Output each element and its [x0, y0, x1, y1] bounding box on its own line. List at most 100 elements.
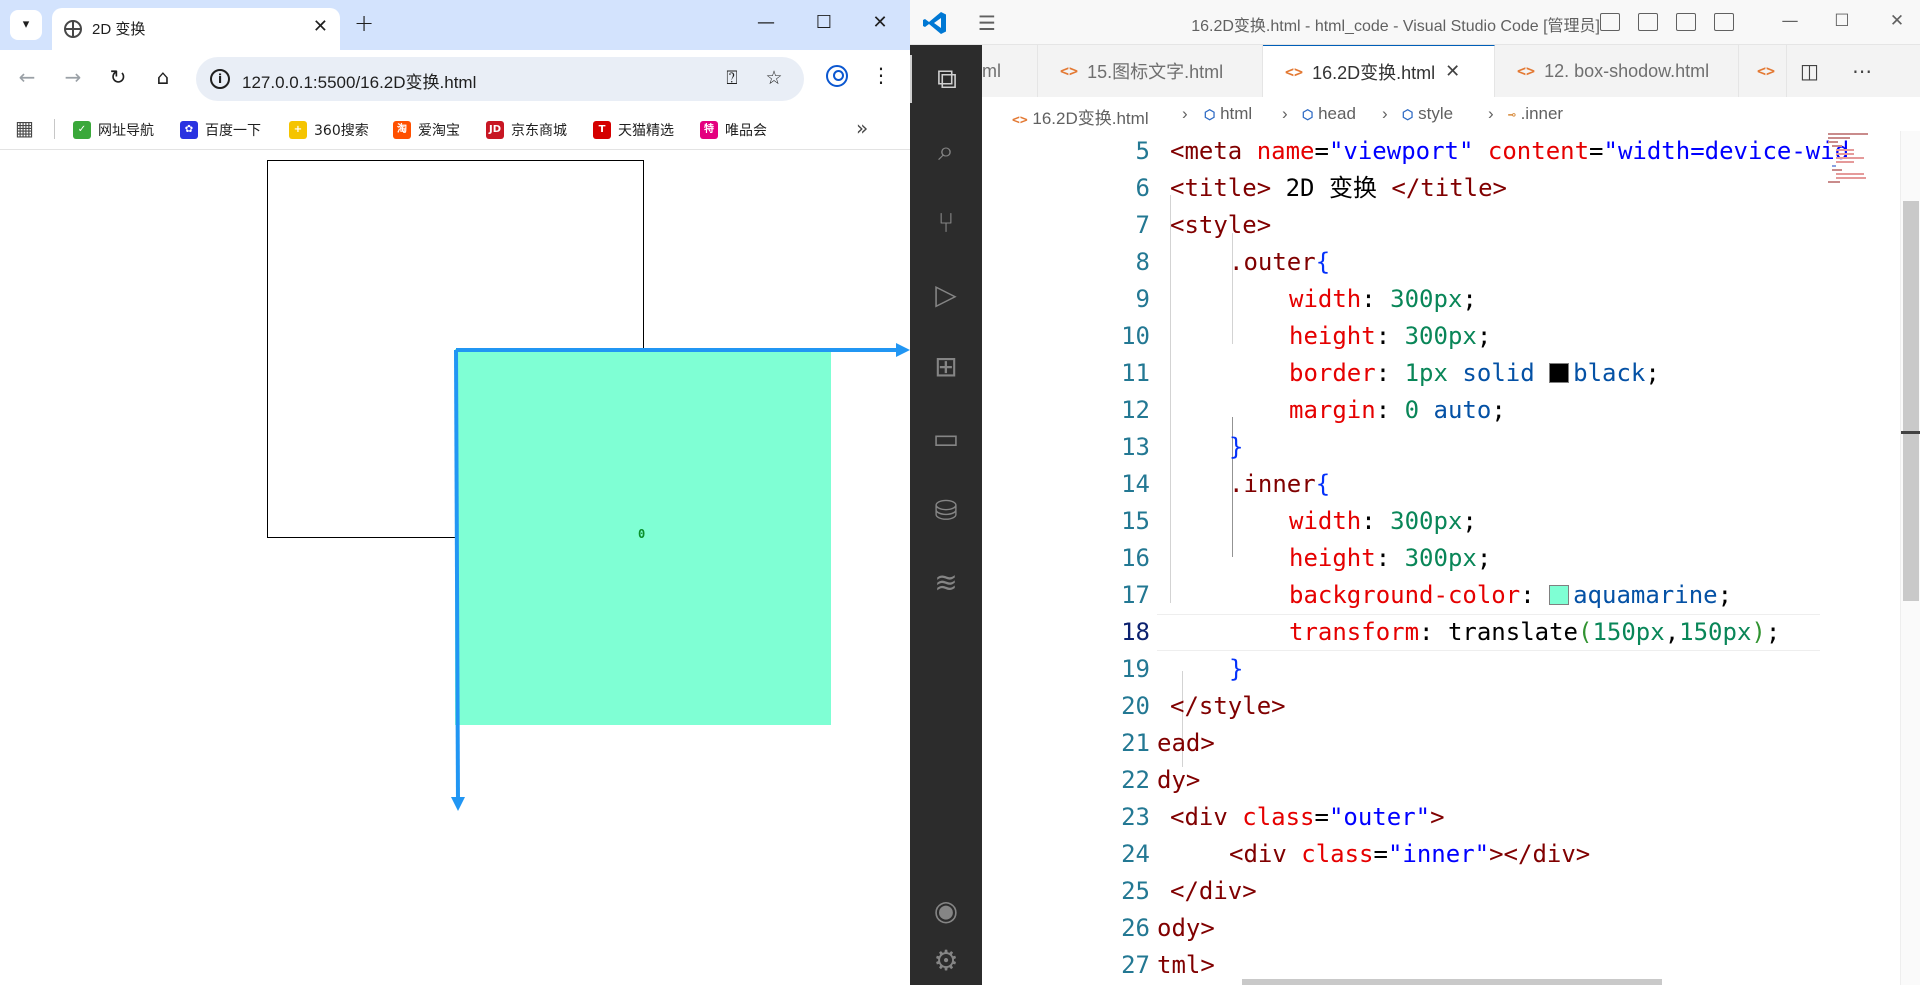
- bookmark-item[interactable]: 淘爱淘宝: [393, 119, 460, 141]
- code-line: 15 width: 300px;: [982, 503, 1920, 540]
- code-token: margin: [1289, 396, 1376, 424]
- editor-tab[interactable]: ml: [982, 45, 1038, 97]
- minimize-button[interactable]: —: [754, 12, 778, 33]
- bookmark-item[interactable]: ✿ 百度一下: [180, 119, 261, 141]
- breadcrumb-item[interactable]: <> 16.2D变换.html: [1012, 104, 1149, 129]
- code-line: 23 <div class="outer">: [982, 799, 1920, 836]
- customize-layout-icon[interactable]: [1714, 13, 1734, 31]
- toggle-panel-icon[interactable]: [1638, 13, 1658, 31]
- code-token: "width=device-wid: [1603, 137, 1850, 165]
- more-actions-icon[interactable]: ⋯: [1852, 59, 1872, 83]
- minimap-line: [1836, 157, 1864, 159]
- url-text[interactable]: 127.0.0.1:5500/16.2D变换.html: [242, 68, 476, 93]
- cursor-position-marker: [1901, 431, 1920, 434]
- color-swatch[interactable]: [1549, 585, 1570, 605]
- editor-tab-active[interactable]: <> 16.2D变换.html ✕: [1263, 45, 1495, 97]
- new-tab-button[interactable]: +: [354, 9, 374, 37]
- bookmark-label: 天猫精选: [618, 123, 674, 139]
- code-line: 26 ody>: [982, 910, 1920, 947]
- minimap-line: [1832, 165, 1836, 167]
- extensions-icon[interactable]: ⊞: [910, 343, 982, 391]
- line-number: 24: [1121, 840, 1150, 868]
- split-editor-icon[interactable]: ◫: [1800, 59, 1819, 83]
- bookmark-item[interactable]: T 天猫精选: [593, 119, 674, 141]
- code-token: :: [1375, 544, 1405, 572]
- chevron-right-icon: ›: [1382, 104, 1388, 123]
- code-editor[interactable]: 5 <meta name="viewport" content="width=de…: [982, 131, 1920, 985]
- breadcrumb-item[interactable]: ⊸ .inner: [1508, 104, 1563, 124]
- bookmarks-overflow-icon[interactable]: »: [856, 116, 868, 140]
- bookmark-favicon-icon: JD: [486, 121, 504, 139]
- site-info-icon[interactable]: i: [210, 69, 230, 89]
- globe-icon: [64, 20, 82, 38]
- bookmark-item[interactable]: 特唯品会: [700, 119, 767, 141]
- editor-tab[interactable]: <>: [1739, 45, 1787, 97]
- code-token: </div>: [1170, 877, 1257, 905]
- code-token: <title>: [1170, 174, 1272, 202]
- horizontal-scrollbar-thumb[interactable]: [1242, 979, 1662, 985]
- code-token: 1px: [1404, 359, 1448, 387]
- code-line: 11 border: 1px solid black;: [982, 355, 1920, 392]
- forward-button[interactable]: →: [60, 65, 86, 89]
- close-tab-icon[interactable]: ✕: [313, 16, 328, 37]
- minimap-line: [1836, 173, 1864, 175]
- code-line: 21 ead>: [982, 725, 1920, 762]
- bookmark-item[interactable]: ✓ 网址导航: [73, 119, 154, 141]
- settings-gear-icon[interactable]: ⚙: [910, 937, 982, 985]
- translate-icon[interactable]: ⍰: [720, 67, 744, 89]
- bookmark-item[interactable]: +360搜索: [289, 119, 369, 141]
- editor-tab[interactable]: <> 15.图标文字.html: [1038, 45, 1263, 97]
- breadcrumb-label: style: [1418, 104, 1454, 123]
- code-line: 7 <style>: [982, 207, 1920, 244]
- layers-icon[interactable]: ≋: [910, 559, 982, 607]
- browser-tab-active[interactable]: 2D 变换 ✕: [52, 8, 340, 50]
- breadcrumb-item[interactable]: ⬡ style: [1402, 104, 1453, 124]
- back-button[interactable]: ←: [14, 65, 40, 89]
- code-token: ,: [1664, 618, 1680, 646]
- toggle-secondary-sidebar-icon[interactable]: [1676, 13, 1696, 31]
- code-token: :: [1375, 322, 1405, 350]
- run-debug-icon[interactable]: ▷: [910, 271, 982, 319]
- bookmark-star-icon[interactable]: ☆: [762, 67, 786, 89]
- close-editor-icon[interactable]: ✕: [1445, 61, 1460, 82]
- bookmark-item[interactable]: JD 京东商城: [486, 119, 567, 141]
- color-swatch[interactable]: [1549, 363, 1570, 383]
- tab-search-button[interactable]: ▾: [10, 10, 42, 40]
- code-line: 13}: [982, 429, 1920, 466]
- address-bar[interactable]: i 127.0.0.1:5500/16.2D变换.html ⍰ ☆: [196, 57, 804, 101]
- profile-icon[interactable]: [826, 65, 848, 87]
- toggle-sidebar-icon[interactable]: [1600, 13, 1620, 31]
- close-window-button[interactable]: ✕: [868, 12, 892, 33]
- code-token: ): [1751, 618, 1766, 646]
- source-control-icon[interactable]: ⑂: [910, 199, 982, 247]
- reload-button[interactable]: ↻: [105, 65, 131, 89]
- code-line: 12 margin: 0 auto;: [982, 392, 1920, 429]
- remote-explorer-icon[interactable]: ▭: [910, 415, 982, 463]
- breadcrumb-label: .inner: [1520, 104, 1564, 123]
- line-number: 17: [1121, 581, 1150, 609]
- minimap[interactable]: [1820, 131, 1880, 985]
- apps-grid-icon[interactable]: ▦: [15, 116, 34, 140]
- vertical-scrollbar[interactable]: [1900, 131, 1920, 985]
- breadcrumb-item[interactable]: ⬡ head: [1302, 104, 1356, 124]
- home-button[interactable]: ⌂: [150, 65, 176, 89]
- breadcrumb-item[interactable]: ⬡ html: [1204, 104, 1252, 124]
- code-token: ;: [1476, 544, 1492, 572]
- line-number: 25: [1121, 877, 1150, 905]
- database-icon[interactable]: ⛁: [910, 487, 982, 535]
- selector-icon: ⊸: [1508, 108, 1516, 123]
- vscode-maximize-button[interactable]: ☐: [1830, 11, 1854, 31]
- explorer-icon[interactable]: ⧉: [910, 55, 982, 103]
- editor-tab[interactable]: <> 12. box-shodow.html: [1495, 45, 1739, 97]
- vscode-close-button[interactable]: ✕: [1885, 11, 1909, 31]
- maximize-button[interactable]: ☐: [812, 12, 836, 33]
- search-icon[interactable]: ⌕: [910, 127, 982, 175]
- code-token: =: [1373, 840, 1388, 868]
- editor-tab-label: 16.2D变换.html: [1312, 62, 1436, 83]
- vscode-minimize-button[interactable]: —: [1778, 11, 1802, 31]
- code-token: width: [1289, 285, 1362, 313]
- menu-kebab-icon[interactable]: ⋮: [868, 63, 894, 87]
- bookmark-favicon-icon: ✓: [73, 121, 91, 139]
- account-icon[interactable]: ◉: [910, 887, 982, 935]
- scrollbar-thumb[interactable]: [1903, 201, 1919, 601]
